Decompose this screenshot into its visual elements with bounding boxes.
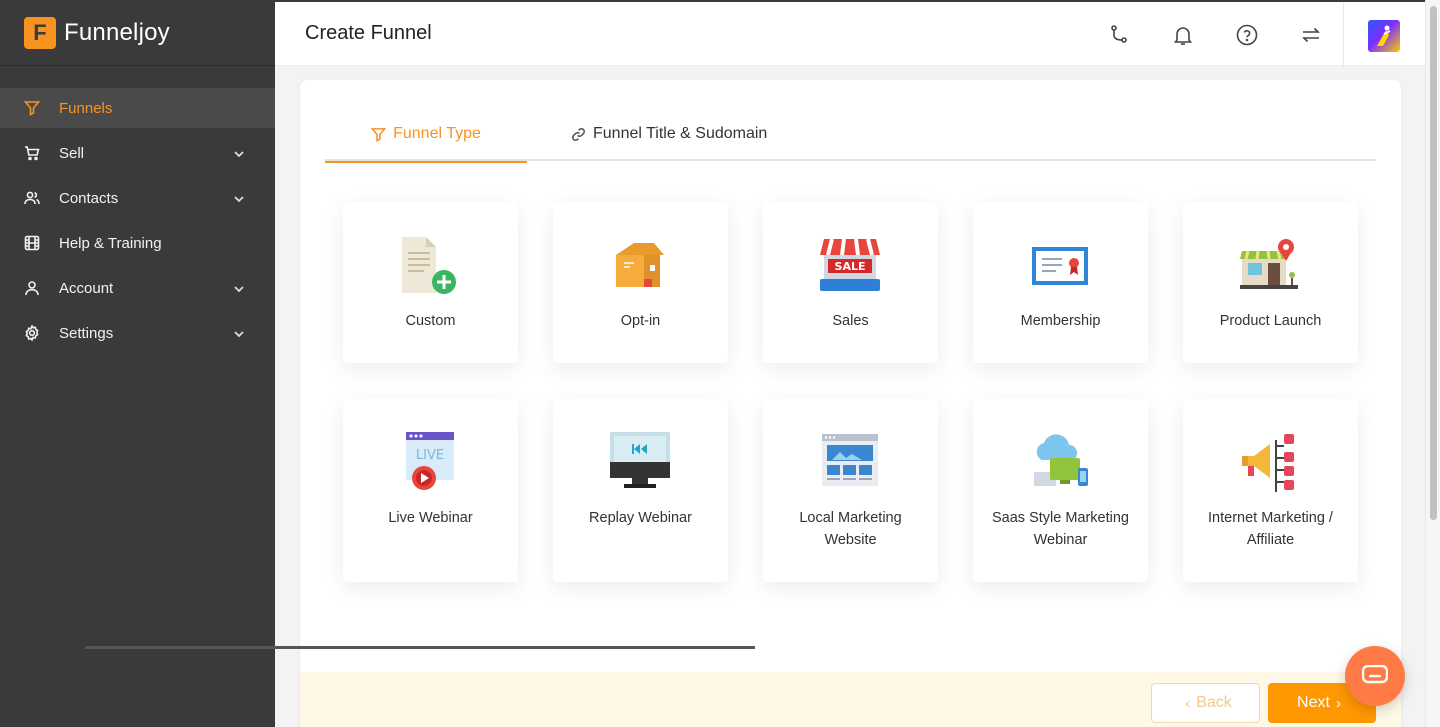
back-button-label: Back	[1196, 694, 1232, 711]
sidebar: F Funneljoy Funnels Sell Contacts Help &…	[0, 0, 275, 727]
funnel-icon	[371, 127, 387, 142]
gear-icon	[23, 324, 41, 342]
brand-logo: F	[24, 16, 56, 49]
sidebar-item-account[interactable]: Account	[0, 268, 275, 308]
wizard-footer: ‹ Back Next ›	[300, 672, 1401, 727]
sale-store-icon: SALE	[820, 235, 880, 295]
funnel-icon	[23, 99, 41, 117]
sidebar-item-label: Account	[59, 279, 114, 297]
bell-icon[interactable]	[1170, 22, 1196, 48]
document-add-icon	[400, 235, 460, 295]
back-button[interactable]: ‹ Back	[1151, 683, 1260, 723]
certificate-icon	[1030, 235, 1090, 295]
funnel-type-local-marketing-website[interactable]: Local Marketing Website	[763, 399, 938, 582]
help-circle-icon[interactable]	[1234, 22, 1260, 48]
sidebar-item-sell[interactable]: Sell	[0, 133, 275, 173]
page-scrollbar[interactable]	[1425, 0, 1440, 727]
cloud-devices-icon	[1030, 432, 1090, 492]
funnel-type-opt-in[interactable]: Opt-in	[553, 202, 728, 363]
tab-label: Funnel Title & Sudomain	[593, 125, 768, 142]
funnel-type-label: Sales	[832, 313, 869, 329]
funnel-type-label: Membership	[1020, 313, 1101, 329]
topbar-divider	[1343, 2, 1344, 66]
funnel-type-replay-webinar[interactable]: Replay Webinar	[553, 399, 728, 582]
sidebar-nav: Funnels Sell Contacts Help & Training Ac…	[0, 88, 275, 353]
funnel-type-custom[interactable]: Custom	[343, 202, 518, 363]
chevron-left-icon: ‹	[1185, 694, 1191, 712]
funnel-type-label: Local Marketing Website	[799, 510, 902, 548]
brand[interactable]: F Funneljoy	[0, 0, 275, 66]
funnel-type-membership[interactable]: Membership	[973, 202, 1148, 363]
shop-location-icon	[1240, 235, 1300, 295]
sidebar-item-label: Help & Training	[59, 234, 162, 252]
create-funnel-card: Funnel Type Funnel Title & Sudomain Cust…	[300, 80, 1401, 727]
tab-funnel-type[interactable]: Funnel Type	[325, 107, 527, 163]
brand-name: Funneljoy	[64, 18, 170, 46]
bottom-scroll-indicator	[85, 646, 755, 649]
sidebar-item-funnels[interactable]: Funnels	[0, 88, 275, 128]
refresh-icon[interactable]	[1298, 22, 1324, 48]
chevron-down-icon	[233, 327, 245, 339]
sidebar-item-contacts[interactable]: Contacts	[0, 178, 275, 218]
funnel-type-label: Product Launch	[1219, 313, 1322, 329]
chevron-down-icon	[233, 282, 245, 294]
sidebar-item-label: Settings	[59, 324, 114, 342]
tab-bar: Funnel Type Funnel Title & Sudomain	[325, 107, 1376, 163]
sidebar-item-settings[interactable]: Settings	[0, 313, 275, 353]
link-icon	[572, 127, 585, 141]
sidebar-item-label: Funnels	[59, 99, 113, 117]
megaphone-network-icon	[1240, 432, 1300, 492]
scrollbar-thumb[interactable]	[1430, 6, 1437, 520]
funnel-type-saas-style-marketing-webinar[interactable]: Saas Style Marketing Webinar	[973, 399, 1148, 582]
page-title: Create Funnel	[305, 22, 432, 44]
users-icon	[23, 189, 41, 207]
funnel-type-label: Live Webinar	[388, 510, 473, 526]
avatar[interactable]	[1368, 20, 1400, 52]
replay-monitor-icon	[610, 432, 670, 492]
tab-label: Funnel Type	[393, 125, 481, 142]
next-button-label: Next	[1297, 694, 1330, 711]
funnel-type-live-webinar[interactable]: LIVE Live Webinar	[343, 399, 518, 582]
svg-text:SALE: SALE	[835, 260, 866, 273]
git-branch-icon[interactable]	[1106, 22, 1132, 48]
sidebar-item-help-training[interactable]: Help & Training	[0, 223, 275, 263]
funnel-type-label: Replay Webinar	[589, 510, 692, 526]
chevron-down-icon	[233, 192, 245, 204]
box-icon	[610, 235, 670, 295]
funnel-type-label: Opt-in	[620, 313, 661, 329]
website-layout-icon	[820, 432, 880, 492]
sidebar-item-label: Sell	[59, 144, 85, 162]
tab-funnel-title-subdomain[interactable]: Funnel Title & Sudomain	[571, 107, 767, 161]
chevron-down-icon	[233, 147, 245, 159]
topbar: Create Funnel	[275, 0, 1425, 66]
live-video-icon: LIVE	[400, 432, 460, 492]
chevron-right-icon: ›	[1335, 694, 1341, 712]
funnel-type-product-launch[interactable]: Product Launch	[1183, 202, 1358, 363]
svg-text:LIVE: LIVE	[416, 448, 444, 463]
film-icon	[23, 234, 41, 252]
sidebar-item-label: Contacts	[59, 189, 119, 207]
funnel-type-internet-marketing-affiliate[interactable]: Internet Marketing / Affiliate	[1183, 399, 1358, 582]
funnel-type-label: Saas Style Marketing Webinar	[991, 510, 1129, 548]
user-icon	[23, 279, 41, 297]
funnel-type-label: Custom	[405, 313, 456, 329]
funnel-type-sales[interactable]: SALE Sales	[763, 202, 938, 363]
chat-icon	[1362, 665, 1388, 684]
funnel-type-label: Internet Marketing / Affiliate	[1208, 510, 1333, 548]
cart-icon	[23, 144, 41, 162]
chat-launcher-button[interactable]	[1345, 646, 1405, 706]
